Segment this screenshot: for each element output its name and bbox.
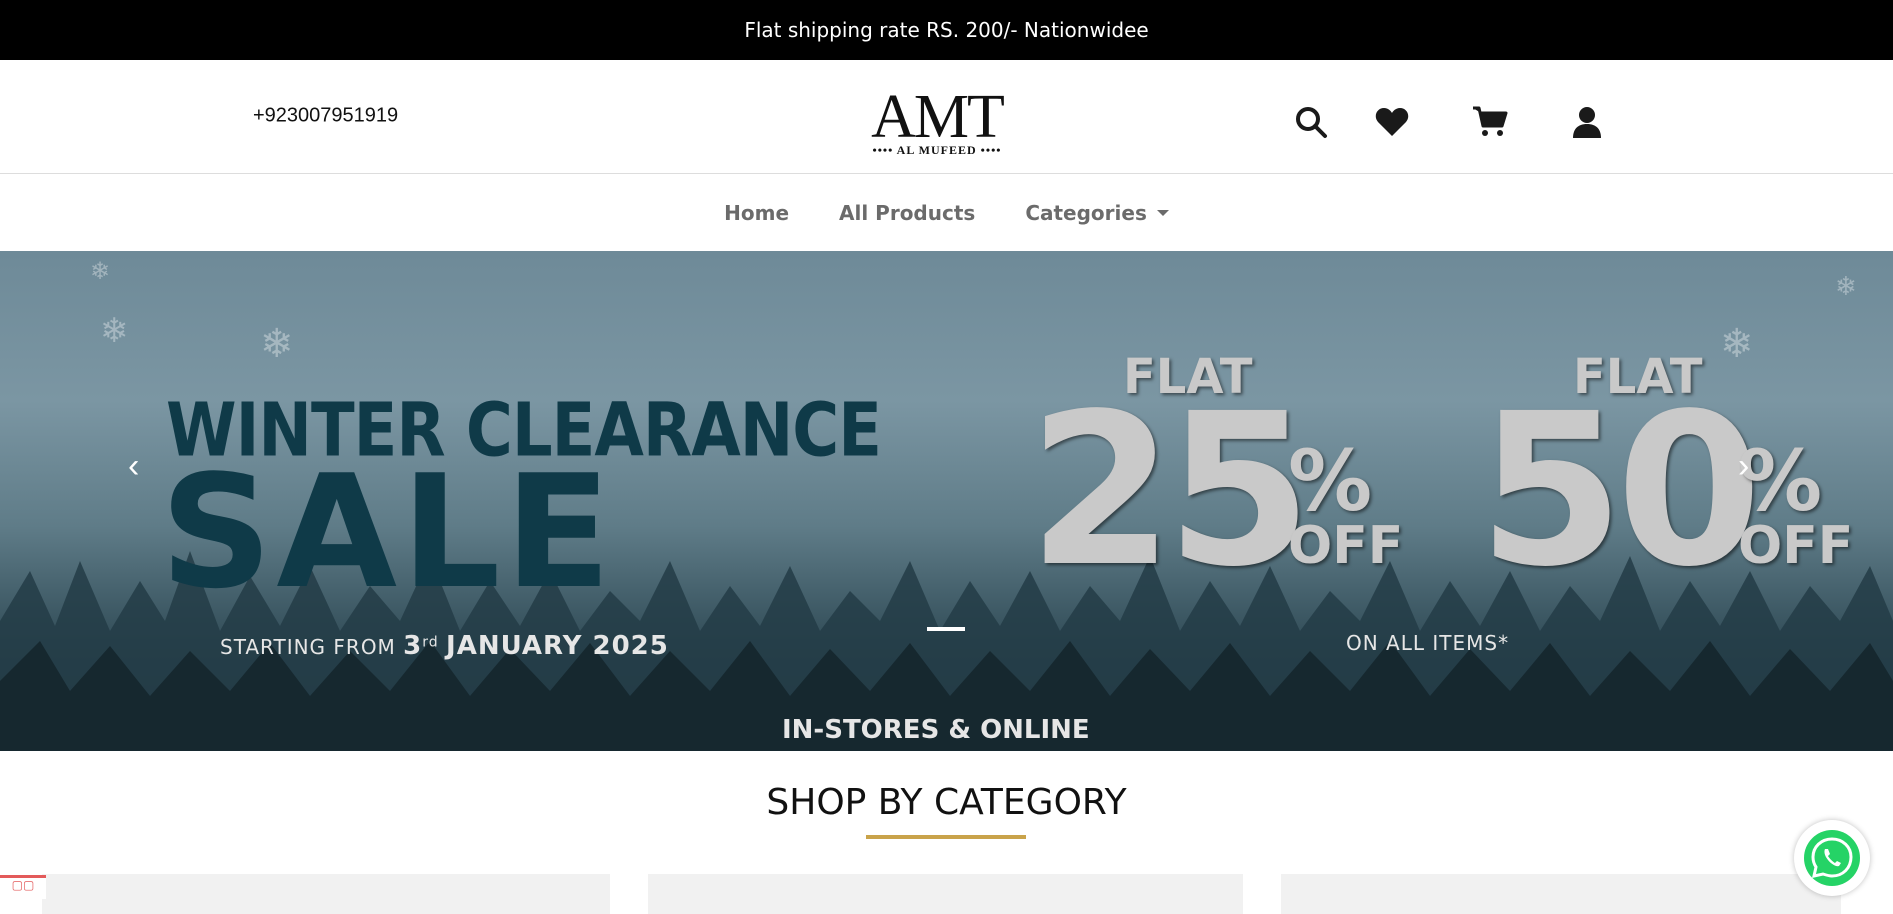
- start-day: 3: [403, 631, 423, 661]
- snowflake-icon: ❄: [100, 312, 129, 350]
- carousel-next-icon[interactable]: ›: [1738, 447, 1749, 486]
- flat-50-number: 50: [1478, 368, 1762, 613]
- main-nav: Home All Products Categories: [0, 174, 1893, 251]
- flat-25-pct: % OFF: [1288, 432, 1404, 576]
- snowflake-icon: ❄: [1835, 271, 1857, 301]
- hero-sale-text: SALE: [160, 441, 616, 623]
- nav-categories-label: Categories: [1025, 200, 1147, 225]
- whatsapp-chat-button[interactable]: [1794, 820, 1870, 896]
- start-prefix: STARTING FROM: [220, 635, 396, 659]
- carousel-prev-icon[interactable]: ‹: [128, 447, 139, 486]
- flat-25-number: 25: [1028, 368, 1312, 613]
- nav-home-label: Home: [724, 200, 790, 225]
- section-title-underline: [866, 835, 1026, 839]
- category-card[interactable]: [648, 874, 1243, 914]
- heart-icon[interactable]: [1372, 102, 1412, 142]
- hero-start-date: STARTING FROM 3rd JANUARY 2025: [220, 631, 669, 661]
- start-day-suffix: rd: [422, 634, 439, 651]
- announcement-bar: Flat shipping rate RS. 200/- Nationwidee: [0, 0, 1893, 60]
- section-title: SHOP BY CATEGORY: [766, 782, 1127, 823]
- nav-categories-dropdown[interactable]: Categories: [1025, 201, 1169, 225]
- cart-icon[interactable]: [1470, 102, 1510, 142]
- flat-50-pct: % OFF: [1738, 432, 1854, 576]
- snowflake-icon: ❄: [260, 322, 294, 366]
- logo-mark: AMT: [871, 83, 1005, 151]
- category-card[interactable]: [1281, 874, 1841, 914]
- user-icon[interactable]: [1567, 102, 1607, 142]
- category-card[interactable]: [42, 874, 610, 914]
- snowflake-icon: ❄: [90, 258, 111, 285]
- logo-subtitle: •••• AL MUFEED ••••: [872, 143, 1002, 157]
- nav-all-products[interactable]: All Products: [839, 201, 975, 225]
- nav-all-products-label: All Products: [839, 200, 976, 225]
- phone-number[interactable]: +923007951919: [253, 105, 398, 128]
- announcement-text: Flat shipping rate RS. 200/- Nationwidee: [744, 18, 1149, 42]
- hero-on-all-items: ON ALL ITEMS*: [1346, 631, 1510, 655]
- whatsapp-icon: [1804, 830, 1860, 886]
- chevron-down-icon: [1156, 209, 1169, 216]
- nav-home[interactable]: Home: [724, 201, 789, 225]
- search-icon[interactable]: [1291, 102, 1331, 142]
- carousel-indicator[interactable]: [927, 627, 965, 631]
- snowflake-icon: ❄: [1720, 322, 1754, 366]
- hero-in-stores: IN-STORES & ONLINE: [782, 715, 1090, 745]
- brand-logo[interactable]: AMT •••• AL MUFEED ••••: [855, 83, 1019, 157]
- bottom-left-badge-icon[interactable]: ▢▢: [0, 875, 46, 899]
- site-header: +923007951919 AMT •••• AL MUFEED ••••: [0, 60, 1893, 174]
- hero-carousel[interactable]: ❄ ❄ ❄ ❄ ❄ WINTER CLEARANCE SALE STARTING…: [0, 251, 1893, 751]
- start-date: JANUARY 2025: [446, 631, 669, 661]
